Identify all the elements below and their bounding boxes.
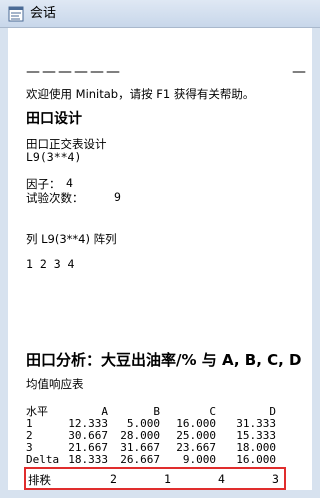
window-title: 会话 [30,6,57,21]
separator-dash-right: — [292,64,306,80]
session-window-icon [8,6,24,22]
session-output[interactable]: —————— — 欢迎使用 Minitab，请按 F1 获得有关帮助。 田口设计… [14,28,314,490]
factors-value: 4 [66,176,73,190]
rank-cell: 2 [110,472,117,486]
rank-cell: 4 [218,472,225,486]
table-cell: 18.333 [68,453,108,466]
rank-cell: 3 [272,472,279,486]
table-cell: 16.000 [236,453,276,466]
rank-row: 排秩 2 1 4 3 [26,472,314,487]
columns-label: 列 L9(3**4) 阵列 [26,232,117,246]
runs-value: 9 [114,190,121,204]
table-cell: 26.667 [120,453,160,466]
array-code: L9(3**4) [26,150,82,164]
rank-cell: 1 [164,472,171,486]
design-heading: 田口设计 [26,111,82,127]
welcome-message: 欢迎使用 Minitab，请按 F1 获得有关帮助。 [26,87,255,101]
runs-label: 试验次数： [26,191,84,205]
table-row: Delta 18.333 26.667 9.000 16.000 [26,454,314,466]
window-titlebar[interactable]: 会话 [0,0,320,28]
session-pane[interactable]: —————— — 欢迎使用 Minitab，请按 F1 获得有关帮助。 田口设计… [0,28,320,498]
rank-label: 排秩 [28,473,51,487]
separator-dashes: —————— [26,64,122,80]
columns-values: 1 2 3 4 [26,257,75,271]
table-cell: 9.000 [182,453,216,466]
analysis-heading: 田口分析：大豆出油率/% 与 A, B, C, D [26,351,302,369]
response-table-heading: 均值响应表 [26,377,84,391]
